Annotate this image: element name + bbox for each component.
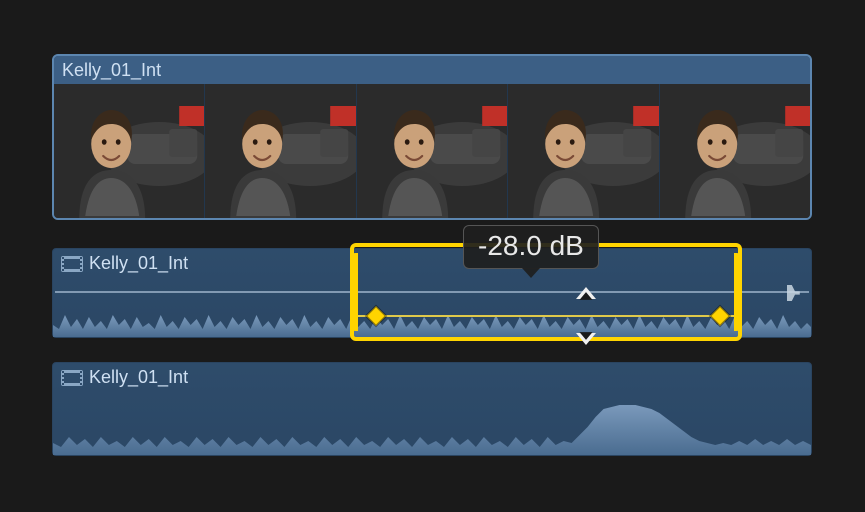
video-clip[interactable]: Kelly_01_Int — [52, 54, 812, 220]
volume-value: -28.0 dB — [478, 230, 584, 261]
video-clip-title: Kelly_01_Int — [54, 56, 810, 84]
waveform[interactable] — [53, 393, 811, 455]
audio-clip-title: Kelly_01_Int — [89, 367, 188, 388]
waveform[interactable] — [53, 279, 811, 337]
audio-clip-title: Kelly_01_Int — [89, 253, 188, 274]
volume-tooltip: -28.0 dB — [463, 225, 599, 269]
thumbnail-frame — [507, 84, 658, 220]
timeline: Kelly_01_Int — [52, 54, 812, 456]
filmstrip-icon — [61, 370, 83, 386]
thumbnail-frame — [356, 84, 507, 220]
audio-clip[interactable]: Kelly_01_Int — [52, 362, 812, 456]
filmstrip-icon — [61, 256, 83, 272]
filmstrip — [54, 84, 810, 220]
thumbnail-frame — [659, 84, 810, 220]
audio-clip[interactable]: Kelly_01_Int -28.0 dB — [52, 248, 812, 338]
thumbnail-frame — [204, 84, 355, 220]
thumbnail-frame — [54, 84, 204, 220]
